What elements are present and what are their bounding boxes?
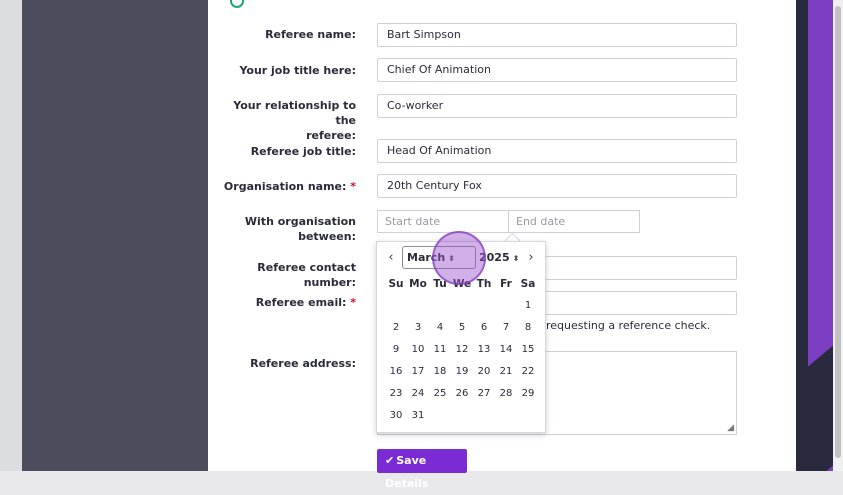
calendar-empty-cell (473, 295, 495, 317)
calendar-day[interactable]: 1 (517, 295, 539, 317)
required-mark: * (350, 296, 356, 309)
organisation-name-label-text: Organisation name: (223, 180, 347, 193)
weekday-label: Mo (409, 278, 427, 290)
calendar-day[interactable]: 31 (407, 405, 429, 427)
next-month-icon[interactable]: › (525, 250, 537, 265)
calendar-empty-cell (451, 295, 473, 317)
resize-handle-icon[interactable]: ◢ (727, 423, 734, 433)
calendar-day[interactable]: 3 (407, 317, 429, 339)
referee-job-title-label: Referee job title: (250, 145, 356, 158)
calendar-day[interactable]: 16 (385, 361, 407, 383)
calendar-empty-cell (451, 405, 473, 427)
calendar-day[interactable]: 18 (429, 361, 451, 383)
calendar-day[interactable]: 6 (473, 317, 495, 339)
relationship-label: Your relationship to the referee: (220, 98, 356, 143)
contact-number-label: Referee contact number: (257, 261, 356, 289)
prev-month-icon[interactable]: ‹ (385, 250, 397, 265)
updown-icon: ⬍ (512, 254, 520, 263)
calendar-day[interactable]: 11 (429, 339, 451, 361)
calendar-day[interactable]: 27 (473, 383, 495, 405)
address-label: Referee address: (250, 357, 356, 370)
referee-name-label: Referee name: (265, 28, 356, 41)
check-icon: ✔ (385, 454, 395, 467)
weekday-label: Su (388, 278, 404, 290)
calendar-day[interactable]: 10 (407, 339, 429, 361)
calendar-empty-cell (385, 295, 407, 317)
calendar-day[interactable]: 30 (385, 405, 407, 427)
calendar-day[interactable]: 29 (517, 383, 539, 405)
scrollbar-thumb[interactable] (835, 6, 841, 458)
with-organisation-label-line1: With organisation (244, 215, 356, 228)
scrollbar[interactable] (833, 0, 843, 471)
calendar-day[interactable]: 4 (429, 317, 451, 339)
calendar-day[interactable]: 20 (473, 361, 495, 383)
calendar-day[interactable]: 26 (451, 383, 473, 405)
calendar-empty-cell (473, 405, 495, 427)
organisation-name-label: Organisation name: * (220, 179, 356, 194)
calendar-day[interactable]: 13 (473, 339, 495, 361)
email-help-text: requesting a reference check. (546, 319, 711, 332)
with-organisation-label: With organisation between: (220, 214, 356, 244)
calendar-day[interactable]: 5 (451, 317, 473, 339)
left-gutter (0, 0, 22, 471)
calendar-empty-cell (429, 405, 451, 427)
day-grid: 1 2 3 4 5 6 7 8 9 10 11 12 13 14 15 16 17 18 19 20 21 22 23 24 2… (385, 295, 539, 427)
calendar-day[interactable]: 9 (385, 339, 407, 361)
calendar-day[interactable]: 8 (517, 317, 539, 339)
organisation-name-input[interactable]: 20th Century Fox (377, 174, 737, 198)
calendar-day[interactable]: 28 (495, 383, 517, 405)
calendar-day[interactable]: 19 (451, 361, 473, 383)
weekday-label: Sa (520, 278, 536, 290)
calendar-empty-cell (429, 295, 451, 317)
calendar-day[interactable]: 25 (429, 383, 451, 405)
save-details-button[interactable]: ✔ Save Details (377, 449, 467, 490)
required-mark: * (350, 180, 356, 193)
left-sidebar (22, 0, 208, 471)
weekday-label: Th (476, 278, 492, 290)
job-title-input[interactable]: Chief Of Animation (377, 58, 737, 82)
email-label-text: Referee email: (255, 296, 347, 309)
relationship-input[interactable]: Co-worker (377, 94, 737, 118)
calendar-day[interactable]: 15 (517, 339, 539, 361)
calendar-day[interactable]: 21 (495, 361, 517, 383)
calendar-day[interactable]: 7 (495, 317, 517, 339)
calendar-day[interactable]: 17 (407, 361, 429, 383)
calendar-empty-cell (407, 295, 429, 317)
calendar-day[interactable]: 14 (495, 339, 517, 361)
calendar-empty-cell (495, 405, 517, 427)
start-date-input[interactable]: Start date (377, 210, 509, 233)
referee-name-input[interactable]: Bart Simpson (377, 23, 737, 47)
calendar-day[interactable]: 23 (385, 383, 407, 405)
end-date-input[interactable]: End date (508, 210, 640, 233)
weekday-label: Fr (500, 278, 512, 290)
relationship-label-line1: Your relationship to the (233, 99, 356, 127)
relationship-label-line2: referee: (306, 129, 356, 142)
email-label: Referee email: * (220, 295, 356, 310)
calendar-day[interactable]: 22 (517, 361, 539, 383)
calendar-day[interactable]: 24 (407, 383, 429, 405)
with-organisation-label-line2: between: (298, 230, 356, 243)
referee-job-title-input[interactable]: Head Of Animation (377, 139, 737, 163)
job-title-label: Your job title here: (239, 64, 356, 77)
calendar-empty-cell (517, 405, 539, 427)
cursor-highlight (432, 231, 486, 285)
calendar-empty-cell (495, 295, 517, 317)
calendar-day[interactable]: 12 (451, 339, 473, 361)
calendar-day[interactable]: 2 (385, 317, 407, 339)
